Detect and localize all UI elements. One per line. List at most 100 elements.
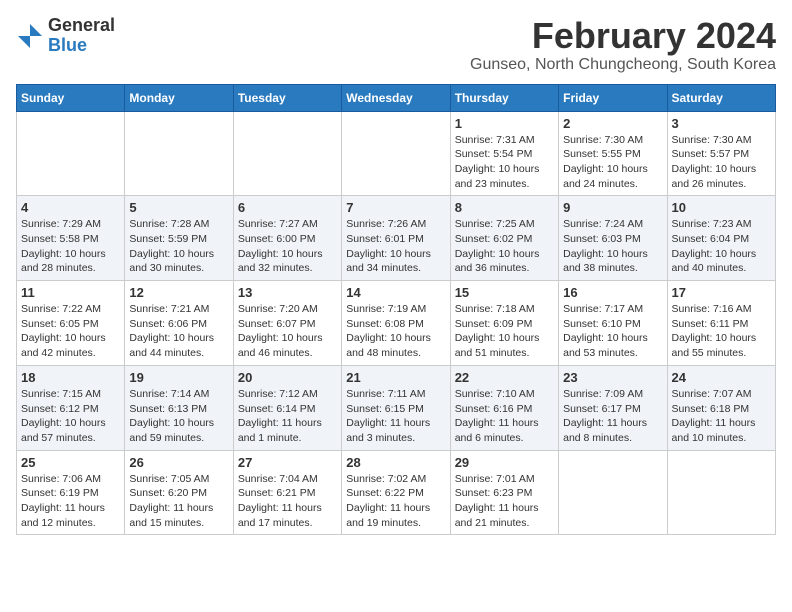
day-info: Sunrise: 7:01 AM Sunset: 6:23 PM Dayligh…: [455, 472, 554, 531]
day-info: Sunrise: 7:23 AM Sunset: 6:04 PM Dayligh…: [672, 217, 771, 276]
day-number: 29: [455, 455, 554, 470]
day-number: 16: [563, 285, 662, 300]
calendar-cell: [125, 111, 233, 196]
logo-icon: [16, 22, 44, 50]
day-number: 3: [672, 116, 771, 131]
day-info: Sunrise: 7:17 AM Sunset: 6:10 PM Dayligh…: [563, 302, 662, 361]
calendar-week-4: 18 Sunrise: 7:15 AM Sunset: 6:12 PM Dayli…: [17, 365, 776, 450]
calendar-cell: 20 Sunrise: 7:12 AM Sunset: 6:14 PM Dayli…: [233, 365, 341, 450]
day-header-monday: Monday: [125, 84, 233, 111]
day-number: 7: [346, 200, 445, 215]
day-info: Sunrise: 7:26 AM Sunset: 6:01 PM Dayligh…: [346, 217, 445, 276]
day-info: Sunrise: 7:28 AM Sunset: 5:59 PM Dayligh…: [129, 217, 228, 276]
logo-general-text: General: [48, 15, 115, 35]
day-number: 23: [563, 370, 662, 385]
day-header-wednesday: Wednesday: [342, 84, 450, 111]
calendar-cell: 1 Sunrise: 7:31 AM Sunset: 5:54 PM Daylig…: [450, 111, 558, 196]
calendar-cell: 2 Sunrise: 7:30 AM Sunset: 5:55 PM Daylig…: [559, 111, 667, 196]
calendar-week-1: 1 Sunrise: 7:31 AM Sunset: 5:54 PM Daylig…: [17, 111, 776, 196]
title-block: February 2024 Gunseo, North Chungcheong,…: [470, 16, 776, 74]
calendar-cell: [559, 450, 667, 535]
day-info: Sunrise: 7:07 AM Sunset: 6:18 PM Dayligh…: [672, 387, 771, 446]
day-header-friday: Friday: [559, 84, 667, 111]
calendar-cell: 18 Sunrise: 7:15 AM Sunset: 6:12 PM Dayli…: [17, 365, 125, 450]
calendar-cell: 17 Sunrise: 7:16 AM Sunset: 6:11 PM Dayli…: [667, 281, 775, 366]
day-number: 24: [672, 370, 771, 385]
calendar-cell: 16 Sunrise: 7:17 AM Sunset: 6:10 PM Dayli…: [559, 281, 667, 366]
day-number: 26: [129, 455, 228, 470]
calendar-week-5: 25 Sunrise: 7:06 AM Sunset: 6:19 PM Dayli…: [17, 450, 776, 535]
day-number: 2: [563, 116, 662, 131]
day-info: Sunrise: 7:12 AM Sunset: 6:14 PM Dayligh…: [238, 387, 337, 446]
day-header-thursday: Thursday: [450, 84, 558, 111]
day-number: 6: [238, 200, 337, 215]
calendar-cell: 9 Sunrise: 7:24 AM Sunset: 6:03 PM Daylig…: [559, 196, 667, 281]
day-info: Sunrise: 7:05 AM Sunset: 6:20 PM Dayligh…: [129, 472, 228, 531]
day-number: 20: [238, 370, 337, 385]
calendar-cell: 13Sunrise: 7:20 AM Sunset: 6:07 PM Dayli…: [233, 281, 341, 366]
day-number: 28: [346, 455, 445, 470]
day-info: Sunrise: 7:20 AM Sunset: 6:07 PM Dayligh…: [238, 302, 337, 361]
day-info: Sunrise: 7:14 AM Sunset: 6:13 PM Dayligh…: [129, 387, 228, 446]
day-header-sunday: Sunday: [17, 84, 125, 111]
day-info: Sunrise: 7:22 AM Sunset: 6:05 PM Dayligh…: [21, 302, 120, 361]
calendar-cell: 14Sunrise: 7:19 AM Sunset: 6:08 PM Dayli…: [342, 281, 450, 366]
calendar-week-2: 4Sunrise: 7:29 AM Sunset: 5:58 PM Daylig…: [17, 196, 776, 281]
calendar-cell: 7 Sunrise: 7:26 AM Sunset: 6:01 PM Daylig…: [342, 196, 450, 281]
calendar-week-3: 11Sunrise: 7:22 AM Sunset: 6:05 PM Dayli…: [17, 281, 776, 366]
calendar-cell: 11Sunrise: 7:22 AM Sunset: 6:05 PM Dayli…: [17, 281, 125, 366]
day-info: Sunrise: 7:31 AM Sunset: 5:54 PM Dayligh…: [455, 133, 554, 192]
day-number: 19: [129, 370, 228, 385]
day-info: Sunrise: 7:24 AM Sunset: 6:03 PM Dayligh…: [563, 217, 662, 276]
day-info: Sunrise: 7:09 AM Sunset: 6:17 PM Dayligh…: [563, 387, 662, 446]
day-number: 22: [455, 370, 554, 385]
day-info: Sunrise: 7:19 AM Sunset: 6:08 PM Dayligh…: [346, 302, 445, 361]
calendar-cell: 27 Sunrise: 7:04 AM Sunset: 6:21 PM Dayli…: [233, 450, 341, 535]
calendar-cell: 23 Sunrise: 7:09 AM Sunset: 6:17 PM Dayli…: [559, 365, 667, 450]
day-info: Sunrise: 7:04 AM Sunset: 6:21 PM Dayligh…: [238, 472, 337, 531]
day-number: 12: [129, 285, 228, 300]
calendar-cell: [233, 111, 341, 196]
calendar-cell: 5 Sunrise: 7:28 AM Sunset: 5:59 PM Daylig…: [125, 196, 233, 281]
day-info: Sunrise: 7:06 AM Sunset: 6:19 PM Dayligh…: [21, 472, 120, 531]
calendar-header: SundayMondayTuesdayWednesdayThursdayFrid…: [17, 84, 776, 111]
day-info: Sunrise: 7:15 AM Sunset: 6:12 PM Dayligh…: [21, 387, 120, 446]
day-info: Sunrise: 7:16 AM Sunset: 6:11 PM Dayligh…: [672, 302, 771, 361]
day-info: Sunrise: 7:02 AM Sunset: 6:22 PM Dayligh…: [346, 472, 445, 531]
day-header-saturday: Saturday: [667, 84, 775, 111]
calendar-cell: 21Sunrise: 7:11 AM Sunset: 6:15 PM Dayli…: [342, 365, 450, 450]
calendar-cell: 22 Sunrise: 7:10 AM Sunset: 6:16 PM Dayli…: [450, 365, 558, 450]
day-number: 27: [238, 455, 337, 470]
day-number: 5: [129, 200, 228, 215]
day-info: Sunrise: 7:27 AM Sunset: 6:00 PM Dayligh…: [238, 217, 337, 276]
day-info: Sunrise: 7:25 AM Sunset: 6:02 PM Dayligh…: [455, 217, 554, 276]
calendar-cell: 3 Sunrise: 7:30 AM Sunset: 5:57 PM Daylig…: [667, 111, 775, 196]
calendar-cell: 24 Sunrise: 7:07 AM Sunset: 6:18 PM Dayli…: [667, 365, 775, 450]
day-number: 10: [672, 200, 771, 215]
calendar-cell: 4Sunrise: 7:29 AM Sunset: 5:58 PM Daylig…: [17, 196, 125, 281]
day-number: 17: [672, 285, 771, 300]
calendar-cell: [17, 111, 125, 196]
day-info: Sunrise: 7:10 AM Sunset: 6:16 PM Dayligh…: [455, 387, 554, 446]
calendar-cell: 15Sunrise: 7:18 AM Sunset: 6:09 PM Dayli…: [450, 281, 558, 366]
day-info: Sunrise: 7:21 AM Sunset: 6:06 PM Dayligh…: [129, 302, 228, 361]
header-row: SundayMondayTuesdayWednesdayThursdayFrid…: [17, 84, 776, 111]
day-number: 1: [455, 116, 554, 131]
calendar-body: 1 Sunrise: 7:31 AM Sunset: 5:54 PM Daylig…: [17, 111, 776, 535]
calendar-cell: 28 Sunrise: 7:02 AM Sunset: 6:22 PM Dayli…: [342, 450, 450, 535]
calendar-cell: 12 Sunrise: 7:21 AM Sunset: 6:06 PM Dayli…: [125, 281, 233, 366]
calendar-cell: 25 Sunrise: 7:06 AM Sunset: 6:19 PM Dayli…: [17, 450, 125, 535]
calendar-cell: 26 Sunrise: 7:05 AM Sunset: 6:20 PM Dayli…: [125, 450, 233, 535]
page-header: General Blue February 2024 Gunseo, North…: [16, 16, 776, 74]
day-info: Sunrise: 7:30 AM Sunset: 5:55 PM Dayligh…: [563, 133, 662, 192]
logo-blue-text: Blue: [48, 35, 87, 55]
day-number: 21: [346, 370, 445, 385]
day-number: 8: [455, 200, 554, 215]
day-number: 9: [563, 200, 662, 215]
calendar-cell: [667, 450, 775, 535]
day-info: Sunrise: 7:30 AM Sunset: 5:57 PM Dayligh…: [672, 133, 771, 192]
day-number: 18: [21, 370, 120, 385]
day-number: 25: [21, 455, 120, 470]
calendar-table: SundayMondayTuesdayWednesdayThursdayFrid…: [16, 84, 776, 536]
calendar-cell: [342, 111, 450, 196]
